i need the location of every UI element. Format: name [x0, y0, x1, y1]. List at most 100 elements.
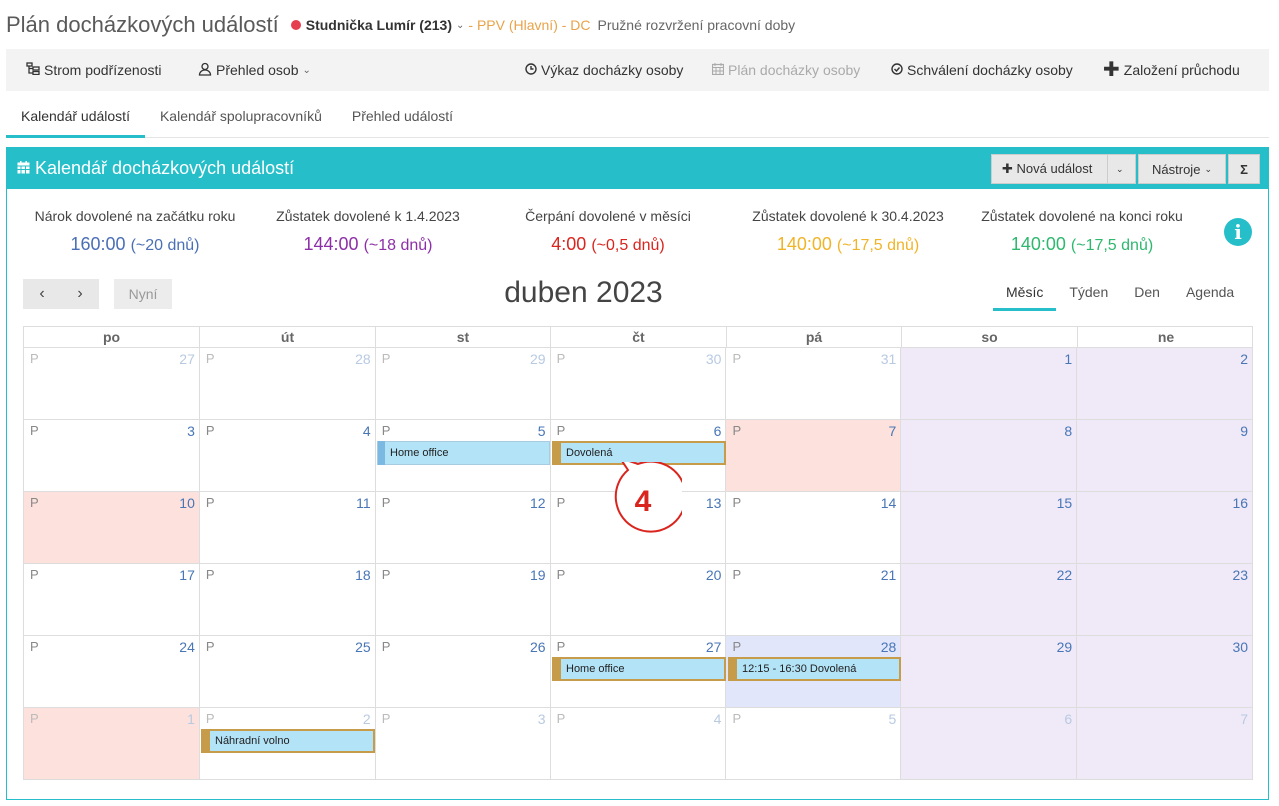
day-cell[interactable]: P5: [726, 708, 902, 779]
calendar-event[interactable]: Home office: [377, 441, 550, 465]
day-number[interactable]: 27: [706, 639, 722, 655]
day-cell[interactable]: 6: [901, 708, 1078, 779]
day-cell[interactable]: P3: [376, 708, 551, 779]
day-cell[interactable]: P 12: [376, 492, 551, 563]
day-number[interactable]: 6: [1064, 711, 1072, 727]
calendar-event[interactable]: Home office: [552, 657, 726, 681]
day-cell[interactable]: 23: [1077, 564, 1254, 635]
day-cell[interactable]: P 26: [376, 636, 551, 707]
attendance-report-button[interactable]: Výkaz docházky osoby: [525, 62, 683, 78]
day-number[interactable]: 25: [355, 639, 371, 655]
view-tab[interactable]: Agenda: [1173, 281, 1247, 311]
day-cell[interactable]: P3: [24, 420, 200, 491]
calendar-event[interactable]: Náhradní volno: [201, 729, 375, 753]
day-number[interactable]: 28: [355, 351, 371, 367]
tab-event-calendar[interactable]: Kalendář událostí: [6, 98, 145, 138]
day-number[interactable]: 15: [1057, 495, 1073, 511]
day-cell[interactable]: 2: [1077, 348, 1254, 419]
chevron-down-icon[interactable]: ⌄: [456, 20, 464, 31]
tree-button[interactable]: Strom podřízenosti: [26, 62, 162, 78]
day-number[interactable]: 1: [1064, 351, 1072, 367]
day-number[interactable]: 9: [1240, 423, 1248, 439]
day-number[interactable]: 24: [179, 639, 195, 655]
day-cell[interactable]: P 28: [200, 348, 376, 419]
view-tab[interactable]: Týden: [1056, 281, 1121, 311]
chevron-down-icon[interactable]: ⌄: [1116, 164, 1124, 175]
day-number[interactable]: 29: [530, 351, 546, 367]
day-number[interactable]: 19: [530, 567, 546, 583]
day-cell[interactable]: P7: [726, 420, 902, 491]
day-number[interactable]: 4: [714, 711, 722, 727]
people-dropdown[interactable]: Přehled osob ⌄: [198, 62, 315, 79]
tools-dropdown[interactable]: Nástroje ⌄: [1138, 154, 1226, 184]
day-number[interactable]: 29: [1057, 639, 1073, 655]
day-cell[interactable]: 7: [1077, 708, 1254, 779]
day-cell[interactable]: P 14: [726, 492, 902, 563]
tab-coworkers-calendar[interactable]: Kalendář spolupracovníků: [145, 98, 337, 138]
day-cell[interactable]: 9: [1077, 420, 1254, 491]
day-number[interactable]: 23: [1232, 567, 1248, 583]
day-number[interactable]: 6: [714, 423, 722, 439]
day-number[interactable]: 2: [363, 711, 371, 727]
day-number[interactable]: 21: [881, 567, 897, 583]
day-cell[interactable]: P 19: [376, 564, 551, 635]
day-number[interactable]: 7: [889, 423, 897, 439]
day-cell[interactable]: P 25: [200, 636, 376, 707]
view-tab[interactable]: Den: [1121, 281, 1173, 311]
day-number[interactable]: 18: [355, 567, 371, 583]
day-cell[interactable]: P 18: [200, 564, 376, 635]
day-cell[interactable]: P 24: [24, 636, 200, 707]
day-cell[interactable]: P 30: [551, 348, 727, 419]
day-cell[interactable]: P 20: [551, 564, 727, 635]
day-number[interactable]: 1: [187, 711, 195, 727]
view-tab[interactable]: Měsíc: [993, 281, 1057, 311]
day-number[interactable]: 27: [179, 351, 195, 367]
sigma-button[interactable]: Σ: [1228, 154, 1260, 184]
day-cell[interactable]: P 11: [200, 492, 376, 563]
day-number[interactable]: 5: [538, 423, 546, 439]
day-number[interactable]: 11: [356, 495, 371, 511]
day-cell[interactable]: P 17: [24, 564, 200, 635]
day-number[interactable]: 17: [179, 567, 195, 583]
day-number[interactable]: 31: [881, 351, 897, 367]
day-number[interactable]: 12: [530, 495, 546, 511]
day-cell[interactable]: P1: [24, 708, 200, 779]
day-cell[interactable]: 8: [901, 420, 1078, 491]
day-number[interactable]: 22: [1057, 567, 1073, 583]
approval-button[interactable]: Schválení docházky osoby: [891, 62, 1073, 78]
day-cell[interactable]: 30: [1077, 636, 1254, 707]
day-number[interactable]: 30: [706, 351, 722, 367]
day-number[interactable]: 28: [881, 639, 897, 655]
day-cell[interactable]: 22: [901, 564, 1078, 635]
day-cell[interactable]: P4: [200, 420, 376, 491]
user-selector[interactable]: Studnička Lumír (213): [306, 17, 452, 33]
day-number[interactable]: 4: [363, 423, 371, 439]
day-cell[interactable]: P 31: [726, 348, 902, 419]
day-number[interactable]: 2: [1240, 351, 1248, 367]
info-icon[interactable]: i: [1224, 218, 1252, 246]
day-cell[interactable]: P 10: [24, 492, 200, 563]
day-number[interactable]: 20: [706, 567, 722, 583]
day-cell[interactable]: 16: [1077, 492, 1254, 563]
day-number[interactable]: 5: [889, 711, 897, 727]
attendance-plan-button[interactable]: Plán docházky osoby: [711, 62, 860, 78]
day-cell[interactable]: P 27: [24, 348, 200, 419]
day-cell[interactable]: P 29: [376, 348, 551, 419]
day-number[interactable]: 14: [881, 495, 897, 511]
day-number[interactable]: 8: [1064, 423, 1072, 439]
new-event-button[interactable]: ✚ Nová událost ⌄: [991, 154, 1136, 184]
day-cell[interactable]: P 21: [726, 564, 902, 635]
tab-event-overview[interactable]: Přehled událostí: [337, 98, 468, 138]
create-pass-button[interactable]: ✚ Založení průchodu: [1103, 60, 1240, 80]
day-number[interactable]: 30: [1232, 639, 1248, 655]
day-cell[interactable]: 1: [901, 348, 1078, 419]
day-number[interactable]: 3: [187, 423, 195, 439]
day-cell[interactable]: 15: [901, 492, 1078, 563]
day-number[interactable]: 10: [179, 495, 195, 511]
day-number[interactable]: 26: [530, 639, 546, 655]
calendar-event[interactable]: 12:15 - 16:30 Dovolená: [728, 657, 901, 681]
day-number[interactable]: 7: [1240, 711, 1248, 727]
day-number[interactable]: 16: [1232, 495, 1248, 511]
day-number[interactable]: 3: [538, 711, 546, 727]
day-cell[interactable]: P4: [551, 708, 727, 779]
